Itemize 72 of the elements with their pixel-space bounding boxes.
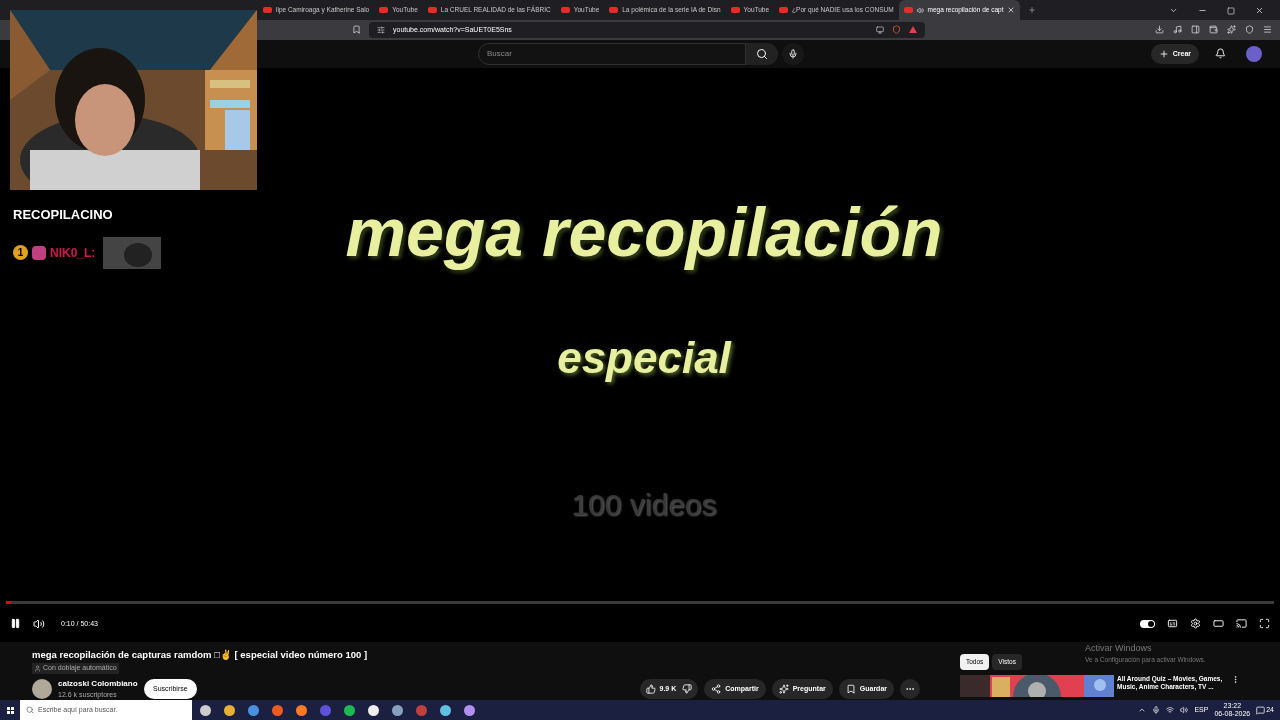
- pause-icon[interactable]: [10, 618, 21, 630]
- volume-icon[interactable]: [33, 617, 45, 630]
- sparkle-icon: [778, 683, 789, 694]
- voice-search-button[interactable]: [782, 42, 804, 65]
- shield-icon[interactable]: [892, 25, 901, 35]
- video-caption: 100 videos: [571, 489, 717, 520]
- search-icon: [756, 47, 768, 60]
- close-icon[interactable]: [1007, 6, 1016, 14]
- search-button[interactable]: [746, 42, 778, 65]
- autoplay-toggle[interactable]: [1140, 619, 1155, 628]
- taskbar-app-icon[interactable]: [368, 704, 379, 716]
- player-control-icon[interactable]: [1259, 618, 1270, 630]
- avatar[interactable]: [1246, 45, 1262, 62]
- tray-expand-icon[interactable]: [1138, 706, 1147, 714]
- activation-title: Activar Windows: [1085, 641, 1153, 655]
- youtube-icon: [560, 7, 570, 13]
- microphone-icon: [788, 48, 798, 59]
- taskbar-app-icon[interactable]: [440, 704, 451, 716]
- youtube-icon: [379, 7, 389, 13]
- bookmark-icon[interactable]: [352, 25, 361, 35]
- tab-list-icon[interactable]: [1169, 6, 1178, 15]
- taskbar-app-icon[interactable]: [464, 704, 475, 716]
- speaker-icon: [916, 6, 924, 14]
- channel-avatar[interactable]: [32, 678, 52, 699]
- chat-message-text: RECOPILACINO: [13, 206, 114, 224]
- video-caption: especial: [557, 335, 731, 380]
- more-button[interactable]: [900, 678, 920, 699]
- restore-icon[interactable]: [1227, 6, 1235, 15]
- close-icon[interactable]: [1255, 6, 1264, 15]
- taskbar-app-icon[interactable]: [392, 704, 403, 716]
- youtube-icon: [427, 7, 437, 13]
- share-icon: [711, 683, 722, 694]
- new-tab-icon[interactable]: [1028, 6, 1037, 14]
- taskbar-app-icon[interactable]: [224, 704, 235, 716]
- video-title: mega recopilación de capturas ramdom □✌ [ especial video número 100 ]: [32, 647, 369, 662]
- youtube-icon: [903, 7, 913, 13]
- microphone-icon[interactable]: [1152, 706, 1161, 714]
- toolbar-icon[interactable]: [1245, 25, 1254, 35]
- player-control-icon[interactable]: [1190, 618, 1201, 630]
- thumbs-up-icon: [645, 683, 656, 694]
- player-control-icon[interactable]: [1236, 618, 1247, 630]
- taskbar-app-icon[interactable]: [296, 704, 307, 716]
- volume-icon[interactable]: [1180, 706, 1189, 714]
- site-settings-icon[interactable]: [377, 25, 385, 34]
- channel-name[interactable]: calzoski Colombiano: [58, 677, 138, 690]
- message-icon: [1256, 705, 1266, 715]
- youtube-icon: [730, 7, 740, 13]
- person-icon: [34, 664, 41, 672]
- dislike-icon[interactable]: [682, 683, 693, 694]
- taskbar-app-icon[interactable]: [344, 704, 355, 716]
- toolbar-icon[interactable]: [1209, 25, 1218, 35]
- toolbar-icon[interactable]: [1155, 25, 1164, 35]
- player-control-icon[interactable]: [1167, 618, 1178, 630]
- bookmark-icon: [845, 683, 856, 694]
- toolbar-icon[interactable]: [1227, 25, 1236, 35]
- player-control-icon[interactable]: [1213, 618, 1224, 630]
- youtube-icon: [263, 7, 272, 13]
- triangle-icon[interactable]: [909, 26, 917, 34]
- youtube-icon: [609, 7, 619, 13]
- youtube-icon: [779, 7, 789, 13]
- taskbar-app-icon[interactable]: [200, 704, 211, 716]
- search-field[interactable]: Buscar: [478, 42, 746, 65]
- search-icon: [26, 706, 34, 714]
- notifications-icon[interactable]: [1215, 48, 1226, 60]
- toolbar-icon[interactable]: [1173, 25, 1182, 35]
- plus-icon: [1158, 48, 1169, 59]
- network-icon[interactable]: [1166, 706, 1175, 714]
- screen-icon[interactable]: [876, 25, 884, 34]
- progress-track[interactable]: [6, 600, 1274, 604]
- chat-username: NIK0_L:: [50, 244, 96, 262]
- toolbar-icon[interactable]: [1191, 25, 1200, 35]
- toolbar-icon[interactable]: [1263, 25, 1272, 35]
